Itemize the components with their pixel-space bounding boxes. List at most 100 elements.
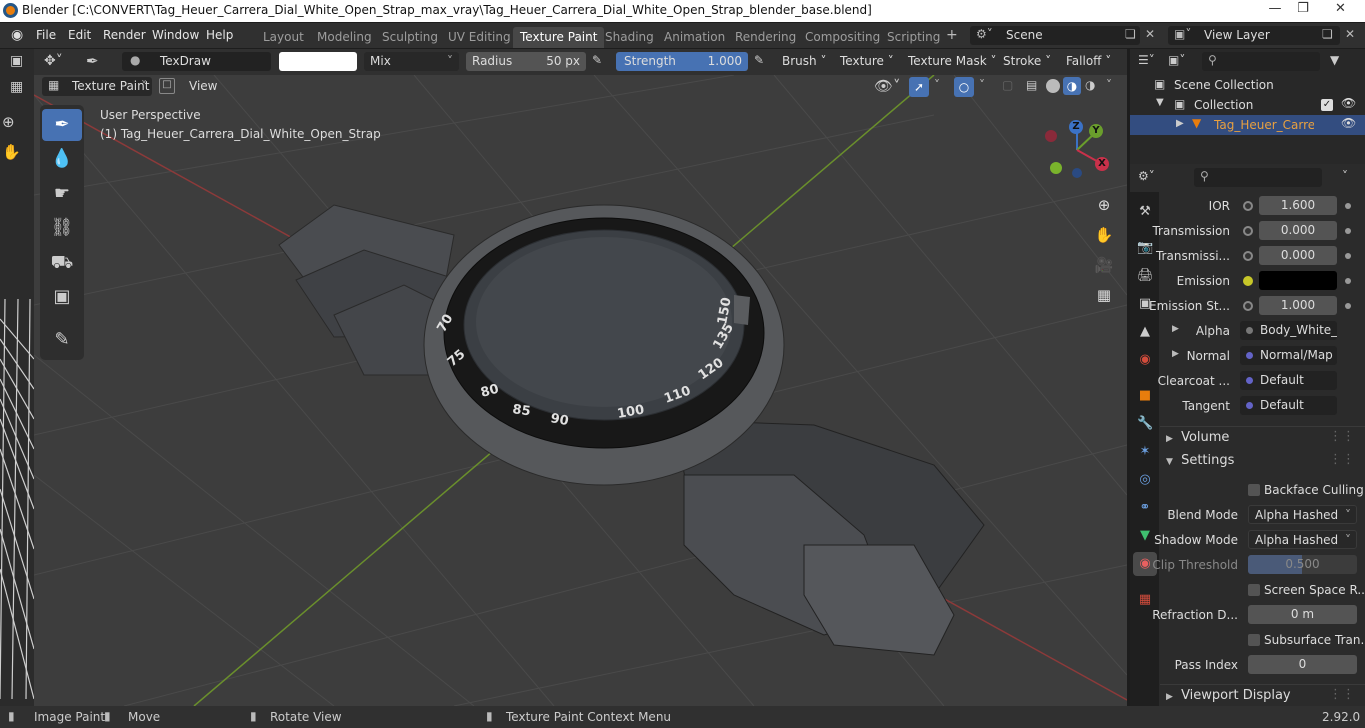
drag-handle-icon[interactable]: ⋮⋮ bbox=[1329, 687, 1355, 702]
properties-search-input[interactable]: ⚲ bbox=[1194, 168, 1322, 187]
keyframe-dot-icon[interactable] bbox=[1345, 278, 1351, 284]
outliner-row-object[interactable]: ▶ ▼ Tag_Heuer_Carrera_D 👁 bbox=[1130, 115, 1365, 135]
tab-texture-paint[interactable]: Texture Paint bbox=[513, 27, 605, 48]
texture-tab-icon[interactable]: ▦ bbox=[1137, 592, 1153, 608]
material-preview-shading-icon[interactable]: ◑ bbox=[1063, 77, 1081, 95]
delete-scene-icon[interactable]: ✕ bbox=[1145, 27, 1155, 41]
tangent-socket-field[interactable]: Default bbox=[1240, 396, 1337, 415]
tab-uv-editing[interactable]: UV Editing bbox=[441, 27, 518, 48]
normal-socket-field[interactable]: Normal/Map bbox=[1240, 346, 1337, 365]
rendered-shading-icon[interactable]: ◑ bbox=[1085, 78, 1095, 92]
socket-dot-icon[interactable] bbox=[1243, 226, 1253, 236]
new-scene-icon[interactable]: ❏ bbox=[1125, 27, 1136, 41]
properties-editor-icon[interactable]: ⚙˅ bbox=[1138, 169, 1155, 183]
falloff-panel-dropdown[interactable]: Falloff ˅ bbox=[1066, 54, 1111, 68]
tab-sculpting[interactable]: Sculpting bbox=[375, 27, 445, 48]
menu-file[interactable]: File bbox=[36, 28, 56, 42]
brush-icon[interactable]: ✒ bbox=[86, 52, 99, 70]
tab-scripting[interactable]: Scripting bbox=[880, 27, 947, 48]
view-layer-selector[interactable]: ▣˅ View Layer bbox=[1168, 26, 1340, 45]
strength-pressure-icon[interactable]: ✎ bbox=[754, 53, 764, 67]
close-window-button[interactable]: ✕ bbox=[1316, 0, 1365, 20]
gizmo-toggle-icon[interactable]: ➚ bbox=[909, 77, 929, 97]
radius-field[interactable]: Radius 50 px bbox=[466, 52, 586, 71]
menu-edit[interactable]: Edit bbox=[68, 28, 91, 42]
view-menu[interactable]: View bbox=[189, 79, 217, 93]
keyframe-dot-icon[interactable] bbox=[1345, 203, 1351, 209]
scene-selector[interactable]: ⚙˅ Scene bbox=[970, 26, 1140, 45]
socket-dot-icon[interactable] bbox=[1243, 301, 1253, 311]
chevron-down-icon[interactable]: ˅ bbox=[979, 78, 985, 92]
mask-tool-icon[interactable]: ▣ bbox=[42, 281, 82, 313]
chevron-down-icon[interactable]: ˅ bbox=[934, 78, 940, 92]
gizmo-z-axis[interactable]: Z bbox=[1069, 120, 1083, 134]
emission-strength-field[interactable]: 1.000 bbox=[1259, 296, 1337, 315]
pan-view-icon[interactable]: ✋ bbox=[1091, 222, 1117, 248]
brush-panel-dropdown[interactable]: Brush ˅ bbox=[782, 54, 826, 68]
zoom-view-icon[interactable]: ⊕ bbox=[1091, 192, 1117, 218]
outliner-row-scene-collection[interactable]: ▣ Scene Collection bbox=[1130, 75, 1365, 95]
tool-options-icon[interactable]: ✥˅ bbox=[44, 53, 63, 69]
tab-rendering[interactable]: Rendering bbox=[728, 27, 803, 48]
expand-arrow-icon[interactable]: ▼ bbox=[1156, 97, 1164, 108]
keyframe-dot-icon[interactable] bbox=[1345, 303, 1351, 309]
drag-handle-icon[interactable]: ⋮⋮ bbox=[1329, 429, 1355, 444]
image-editor-icon[interactable]: ▦ bbox=[10, 79, 23, 95]
socket-dot-icon[interactable] bbox=[1243, 251, 1253, 261]
material-blend-mode-dropdown[interactable]: Alpha Hashed ˅ bbox=[1248, 505, 1357, 524]
restore-button[interactable]: ❐ bbox=[1288, 0, 1318, 20]
filter-icon[interactable]: ▼ bbox=[1330, 53, 1339, 67]
transmission-field[interactable]: 0.000 bbox=[1259, 221, 1337, 240]
modifier-tab-icon[interactable]: 🔧 bbox=[1137, 416, 1153, 432]
refraction-depth-field[interactable]: 0 m bbox=[1248, 605, 1357, 624]
alpha-socket-field[interactable]: Body_White_... bbox=[1240, 321, 1337, 340]
pan-hand-icon[interactable]: ✋ bbox=[2, 143, 21, 161]
overlays-toggle-icon[interactable]: ○ bbox=[954, 77, 974, 97]
outliner-search-input[interactable]: ⚲ bbox=[1202, 52, 1320, 71]
gizmo-y-axis[interactable]: Y bbox=[1089, 124, 1103, 138]
brush-selector[interactable]: ● TexDraw bbox=[122, 52, 271, 71]
add-workspace-icon[interactable]: + bbox=[946, 27, 958, 43]
screen-space-refraction-checkbox[interactable] bbox=[1248, 584, 1260, 596]
ortho-toggle-icon[interactable]: ▦ bbox=[1091, 282, 1117, 308]
clone-tool-icon[interactable]: ⛓ bbox=[42, 212, 82, 244]
new-view-layer-icon[interactable]: ❏ bbox=[1322, 27, 1333, 41]
solid-shading-icon[interactable] bbox=[1046, 79, 1060, 93]
socket-dot-icon[interactable] bbox=[1243, 201, 1253, 211]
annotate-tool-icon[interactable]: ✎ bbox=[42, 324, 82, 356]
eye-icon[interactable]: 👁 bbox=[1341, 116, 1356, 130]
strength-field[interactable]: Strength 1.000 bbox=[616, 52, 748, 71]
menu-help[interactable]: Help bbox=[206, 28, 233, 42]
tab-compositing[interactable]: Compositing bbox=[798, 27, 887, 48]
physics-tab-icon[interactable]: ◎ bbox=[1137, 472, 1153, 488]
minimize-button[interactable]: — bbox=[1260, 0, 1290, 20]
backface-culling-checkbox[interactable] bbox=[1248, 484, 1260, 496]
wireframe-shading-icon[interactable]: ▤ bbox=[1026, 78, 1037, 92]
mask-toggle-icon[interactable]: □ bbox=[159, 78, 175, 94]
viewport-display-panel-header[interactable]: ▶ Viewport Display ⋮⋮ bbox=[1160, 684, 1365, 706]
blend-mode-dropdown[interactable]: Mix ˅ bbox=[364, 52, 459, 71]
xray-toggle-icon[interactable]: ▢ bbox=[1002, 78, 1013, 92]
keyframe-dot-icon[interactable] bbox=[1345, 253, 1351, 259]
pass-index-field[interactable]: 0 bbox=[1248, 655, 1357, 674]
mode-dropdown[interactable]: ▦ Texture Paint ˅ bbox=[42, 77, 152, 96]
editor-type-icon[interactable]: ▣ bbox=[10, 53, 23, 69]
shadow-mode-dropdown[interactable]: Alpha Hashed ˅ bbox=[1248, 530, 1357, 549]
volume-panel-header[interactable]: ▶ Volume ⋮⋮ bbox=[1160, 426, 1365, 448]
gizmo-x-axis[interactable]: X bbox=[1095, 157, 1109, 171]
chevron-down-icon[interactable]: ˅ bbox=[1342, 169, 1348, 183]
ior-field[interactable]: 1.600 bbox=[1259, 196, 1337, 215]
smear-tool-icon[interactable]: ☛ bbox=[42, 178, 82, 210]
subsurface-translucency-checkbox[interactable] bbox=[1248, 634, 1260, 646]
soften-tool-icon[interactable]: 💧 bbox=[42, 143, 82, 175]
delete-view-layer-icon[interactable]: ✕ bbox=[1345, 27, 1355, 41]
menu-window[interactable]: Window bbox=[152, 28, 199, 42]
texture-panel-dropdown[interactable]: Texture ˅ bbox=[840, 54, 894, 68]
blender-menu-icon[interactable]: ◉ bbox=[11, 27, 23, 43]
tab-animation[interactable]: Animation bbox=[657, 27, 732, 48]
transmission-roughness-field[interactable]: 0.000 bbox=[1259, 246, 1337, 265]
tab-modeling[interactable]: Modeling bbox=[310, 27, 379, 48]
pressure-icon[interactable]: ✎ bbox=[592, 53, 602, 67]
tab-shading[interactable]: Shading bbox=[598, 27, 661, 48]
brush-color-swatch[interactable] bbox=[279, 52, 357, 71]
